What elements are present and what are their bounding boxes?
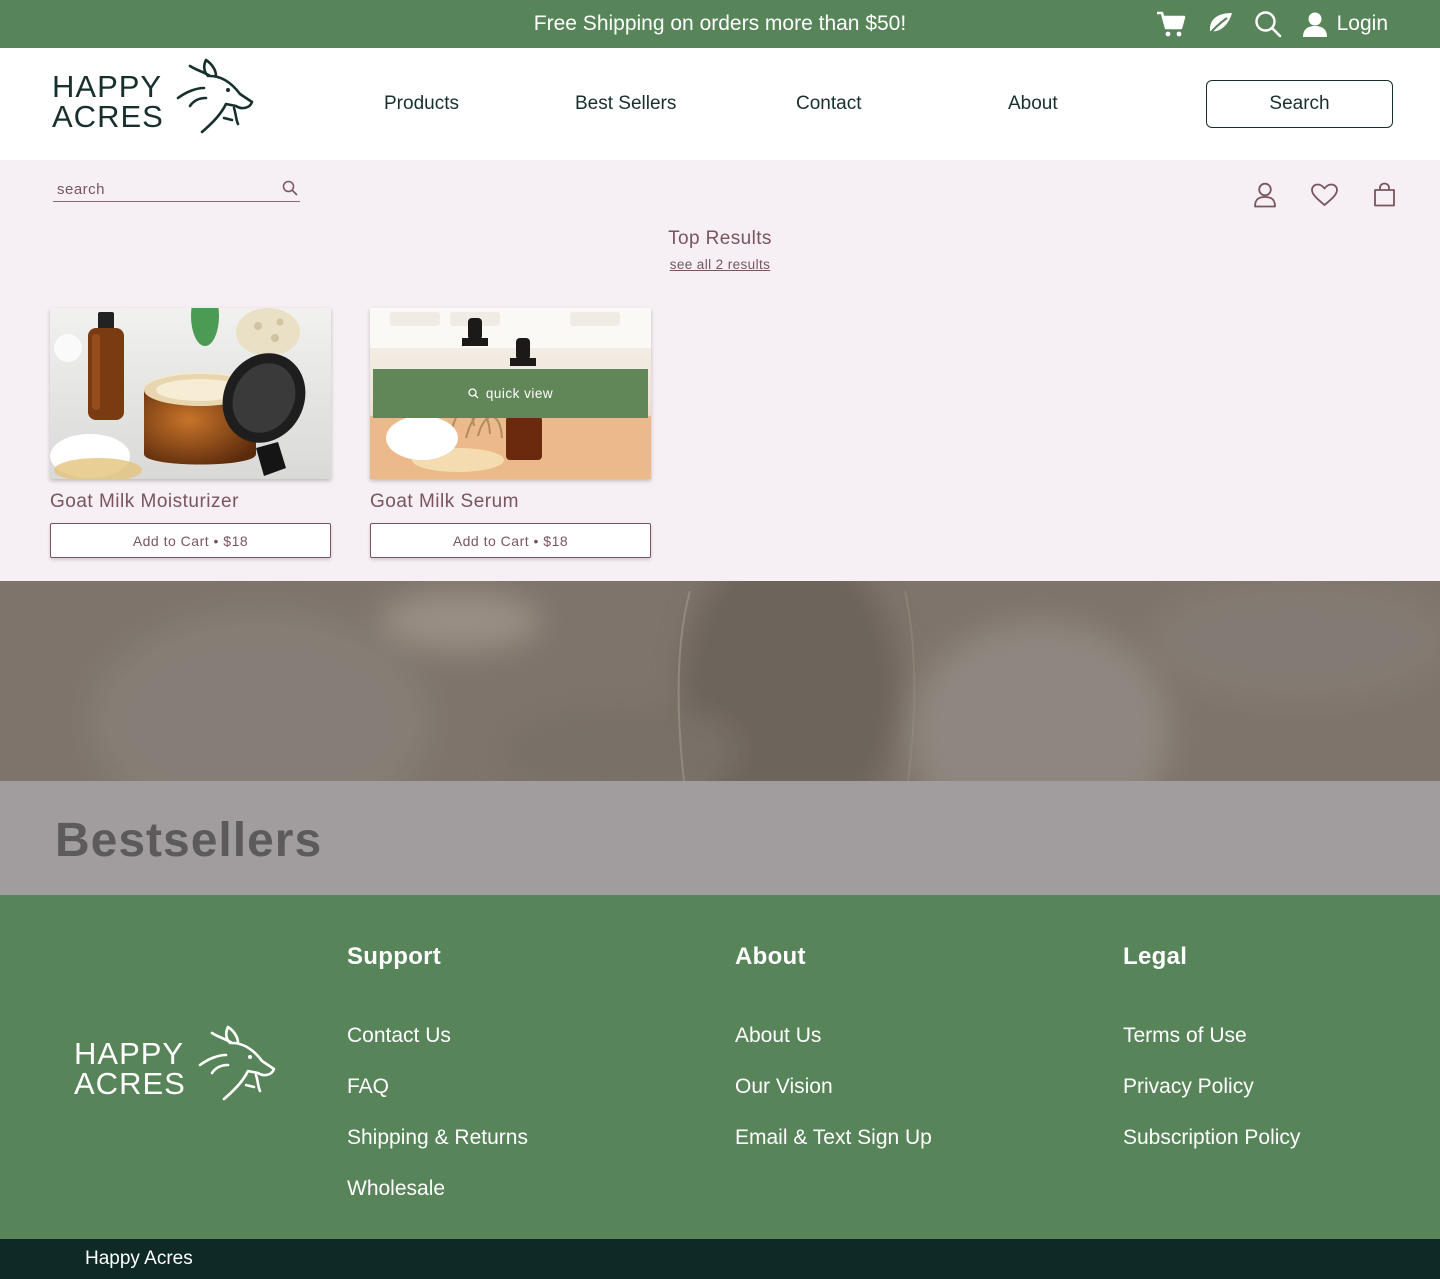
see-all-label[interactable]: see all 2 results xyxy=(670,257,771,272)
header-search-button[interactable]: Search xyxy=(1206,80,1393,128)
footer-link-contact-us[interactable]: Contact Us xyxy=(347,1023,528,1048)
footer-column-about: About About Us Our Vision Email & Text S… xyxy=(735,943,932,1176)
blurred-goats-background xyxy=(0,581,1440,781)
footer-heading: Support xyxy=(347,943,442,970)
search-field xyxy=(53,178,300,202)
copyright-text: Happy Acres xyxy=(85,1248,193,1269)
footer-link-subscription-policy[interactable]: Subscription Policy xyxy=(1123,1125,1300,1150)
search-icon[interactable] xyxy=(282,180,298,196)
product-name[interactable]: Goat Milk Serum xyxy=(370,491,519,513)
nav-best-sellers[interactable]: Best Sellers xyxy=(575,48,676,160)
cart-icon xyxy=(1156,11,1185,37)
goat-icon xyxy=(198,1025,276,1101)
nav-products[interactable]: Products xyxy=(384,48,459,160)
hero-banner xyxy=(0,581,1440,781)
search-input[interactable] xyxy=(57,178,267,200)
footer-link-terms-of-use[interactable]: Terms of Use xyxy=(1123,1023,1300,1048)
see-all-results-link: see all 2 results xyxy=(0,257,1440,272)
heart-icon[interactable] xyxy=(1310,183,1339,207)
goat-icon xyxy=(176,58,254,134)
footer-logo-wordmark: HAPPY ACRES xyxy=(74,1036,186,1101)
bag-icon[interactable] xyxy=(1373,182,1396,207)
nav-about[interactable]: About xyxy=(1008,48,1058,160)
footer-link-wholesale[interactable]: Wholesale xyxy=(347,1176,528,1201)
bestsellers-heading: Bestsellers xyxy=(55,814,323,867)
product-image-moisturizer[interactable] xyxy=(50,308,331,479)
site-header: HAPPY ACRES Products Best Sellers Contac… xyxy=(0,48,1440,160)
footer-link-about-us[interactable]: About Us xyxy=(735,1023,932,1048)
product-name[interactable]: Goat Milk Moisturizer xyxy=(50,491,239,513)
top-tools: Login xyxy=(1136,0,1388,48)
add-to-cart-button[interactable]: Add to Cart • $18 xyxy=(370,523,651,558)
footer-link-our-vision[interactable]: Our Vision xyxy=(735,1074,932,1099)
quick-view-label: quick view xyxy=(485,386,554,401)
logo-line-2: ACRES xyxy=(52,99,164,134)
moisturizer-photo xyxy=(50,308,331,479)
top-search-button[interactable] xyxy=(1254,10,1282,38)
footer-logo-line-1: HAPPY xyxy=(74,1036,185,1071)
add-to-cart-button[interactable]: Add to Cart • $18 xyxy=(50,523,331,558)
user-icon xyxy=(1302,12,1327,37)
footer-column-legal: Legal Terms of Use Privacy Policy Subscr… xyxy=(1123,943,1300,1176)
leaf-icon xyxy=(1206,13,1232,37)
product-image-serum[interactable]: quick view xyxy=(370,308,651,479)
footer-link-email-text-signup[interactable]: Email & Text Sign Up xyxy=(735,1125,932,1150)
footer-heading: About xyxy=(735,943,806,970)
footer-logo[interactable]: HAPPY ACRES xyxy=(74,1025,276,1103)
footer-link-faq[interactable]: FAQ xyxy=(347,1074,528,1099)
magnify-icon xyxy=(468,388,479,399)
login-link[interactable]: Login xyxy=(1302,11,1388,37)
logo-line-1: HAPPY xyxy=(52,69,163,104)
announcement-bar: Free Shipping on orders more than $50! L… xyxy=(0,0,1440,48)
footer-link-shipping-returns[interactable]: Shipping & Returns xyxy=(347,1125,528,1150)
top-results-heading: Top Results xyxy=(668,228,772,249)
footer-heading: Legal xyxy=(1123,943,1188,970)
login-label: Login xyxy=(1336,12,1388,35)
account-icon[interactable] xyxy=(1253,182,1277,208)
footer-logo-line-2: ACRES xyxy=(74,1066,186,1101)
bestsellers-section: Bestsellers xyxy=(0,781,1440,895)
footer-link-privacy-policy[interactable]: Privacy Policy xyxy=(1123,1074,1300,1099)
sustainability-button[interactable] xyxy=(1206,11,1234,37)
search-icon xyxy=(1254,11,1281,38)
cart-button[interactable] xyxy=(1156,10,1186,38)
nav-contact[interactable]: Contact xyxy=(796,48,861,160)
copyright-bar: Happy Acres xyxy=(0,1239,1440,1279)
quick-view-button[interactable]: quick view xyxy=(373,369,648,418)
footer-column-support: Support Contact Us FAQ Shipping & Return… xyxy=(347,943,528,1227)
logo-wordmark: HAPPY ACRES xyxy=(52,69,164,134)
search-results-panel: Top Results see all 2 results xyxy=(0,160,1440,581)
happy-acres-logo[interactable]: HAPPY ACRES xyxy=(52,58,254,136)
site-footer: HAPPY ACRES Support Contact Us FAQ Shipp… xyxy=(0,895,1440,1239)
